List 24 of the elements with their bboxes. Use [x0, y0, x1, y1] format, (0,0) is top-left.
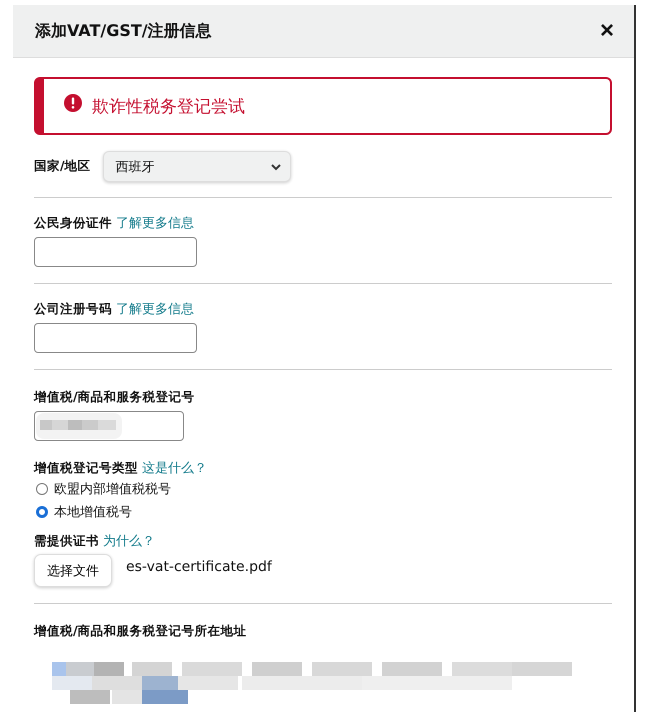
input-field[interactable]: [34, 237, 197, 267]
close-button[interactable]: ×: [598, 19, 616, 43]
field-label: 需提供证书: [34, 532, 99, 550]
alert-message: 欺诈性税务登记尝试: [92, 96, 245, 118]
field-label: 公司注册号码: [34, 300, 112, 318]
input-field[interactable]: [34, 323, 197, 353]
field-label: 增值税/商品和服务税登记号所在地址: [34, 623, 247, 638]
error-icon: [64, 94, 82, 112]
learn-more-link[interactable]: 了解更多信息: [116, 300, 194, 318]
radio-option[interactable]: 欧盟内部增值税税号: [36, 477, 612, 500]
choose-file-button[interactable]: 选择文件: [34, 554, 112, 587]
input-field[interactable]: [34, 411, 184, 441]
field-label: 增值税登记号类型: [34, 460, 138, 476]
field-label: 公民身份证件: [34, 214, 112, 232]
help-link[interactable]: 为什么？: [103, 532, 155, 550]
dialog-title: 添加VAT/GST/注册信息: [35, 20, 212, 42]
file-name: es-vat-certificate.pdf: [126, 558, 272, 574]
learn-more-link[interactable]: 了解更多信息: [116, 214, 194, 232]
country-select[interactable]: 西班牙: [102, 151, 291, 182]
field-label: 增值税/商品和服务税登记号: [34, 389, 195, 404]
radio-option[interactable]: 本地增值税号: [36, 500, 612, 523]
field-label: 国家/地区: [34, 158, 91, 175]
help-link[interactable]: 这是什么？: [142, 459, 207, 477]
chevron-down-icon: [270, 162, 282, 170]
